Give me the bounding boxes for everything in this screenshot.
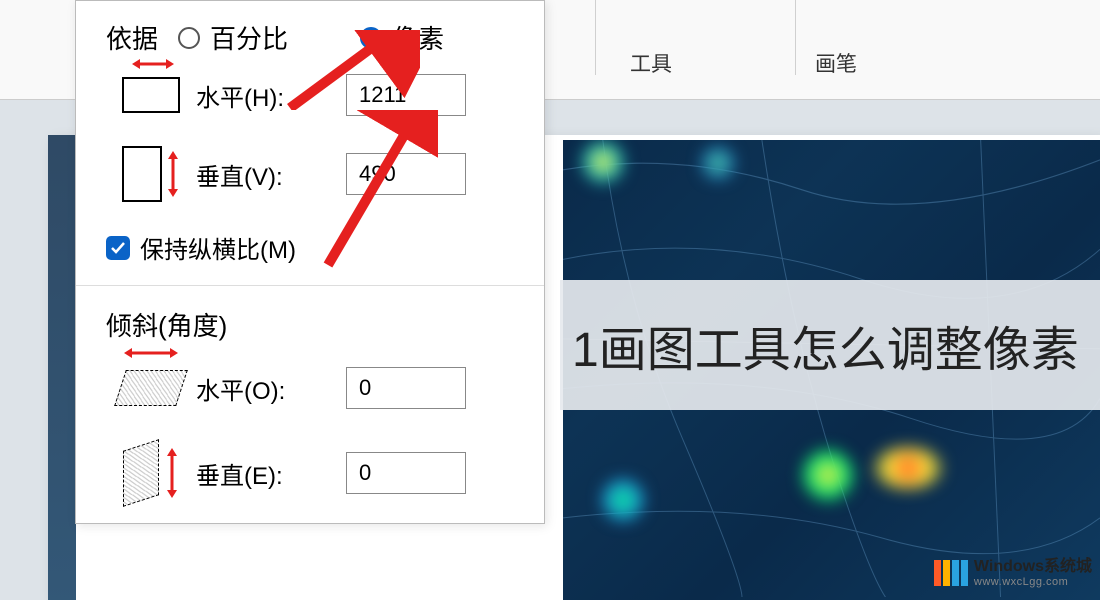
skew-vertical-icon <box>123 445 179 501</box>
skew-horizontal-label: 水平(O): <box>196 371 346 406</box>
skew-horizontal-icon <box>120 370 182 406</box>
radio-icon <box>360 27 382 49</box>
ribbon-group-brush: 画笔 <box>815 48 857 78</box>
watermark-title: Windows系统城 <box>974 558 1092 576</box>
double-arrow-horizontal-icon <box>132 57 432 71</box>
horizontal-rect-icon <box>122 77 180 113</box>
ribbon-divider <box>795 0 796 75</box>
skew-horizontal-input[interactable] <box>346 367 466 409</box>
vertical-rect-icon <box>122 146 180 202</box>
skew-section-title: 倾斜(角度) <box>106 306 522 343</box>
double-arrow-horizontal-icon <box>124 346 178 360</box>
horizontal-h-label: 水平(H): <box>196 78 346 113</box>
image-overlay-title-bar: 1画图工具怎么调整像素 <box>560 280 1100 410</box>
radio-percent[interactable]: 百分比 <box>178 19 288 56</box>
ribbon-divider <box>595 0 596 75</box>
by-label: 依据 <box>106 19 158 56</box>
ribbon-group-tools: 工具 <box>630 48 672 78</box>
radio-pixel[interactable]: 像素 <box>360 19 444 56</box>
horizontal-input[interactable] <box>346 74 466 116</box>
vertical-input[interactable] <box>346 153 466 195</box>
maintain-aspect-checkbox[interactable]: 保持纵横比(M) <box>106 230 522 265</box>
double-arrow-vertical-icon <box>166 151 180 197</box>
image-overlay-title: 1画图工具怎么调整像素 <box>572 310 1079 380</box>
skew-vertical-label: 垂直(E): <box>196 456 346 491</box>
image-left-edge <box>48 135 76 600</box>
checkbox-checked-icon <box>106 236 130 260</box>
vertical-v-label: 垂直(V): <box>196 157 346 192</box>
radio-percent-label: 百分比 <box>210 19 288 56</box>
radio-icon <box>178 27 200 49</box>
skew-vertical-input[interactable] <box>346 452 466 494</box>
panel-divider <box>76 285 544 286</box>
watermark-logo-icon <box>934 560 968 586</box>
resize-dialog: 依据 百分比 像素 水平(H): <box>75 0 545 524</box>
maintain-aspect-label: 保持纵横比(M) <box>140 230 296 265</box>
double-arrow-vertical-icon <box>165 448 179 498</box>
watermark: Windows系统城 www.wxcLgg.com <box>926 554 1100 592</box>
radio-pixel-label: 像素 <box>392 19 444 56</box>
watermark-url: www.wxcLgg.com <box>974 576 1092 588</box>
